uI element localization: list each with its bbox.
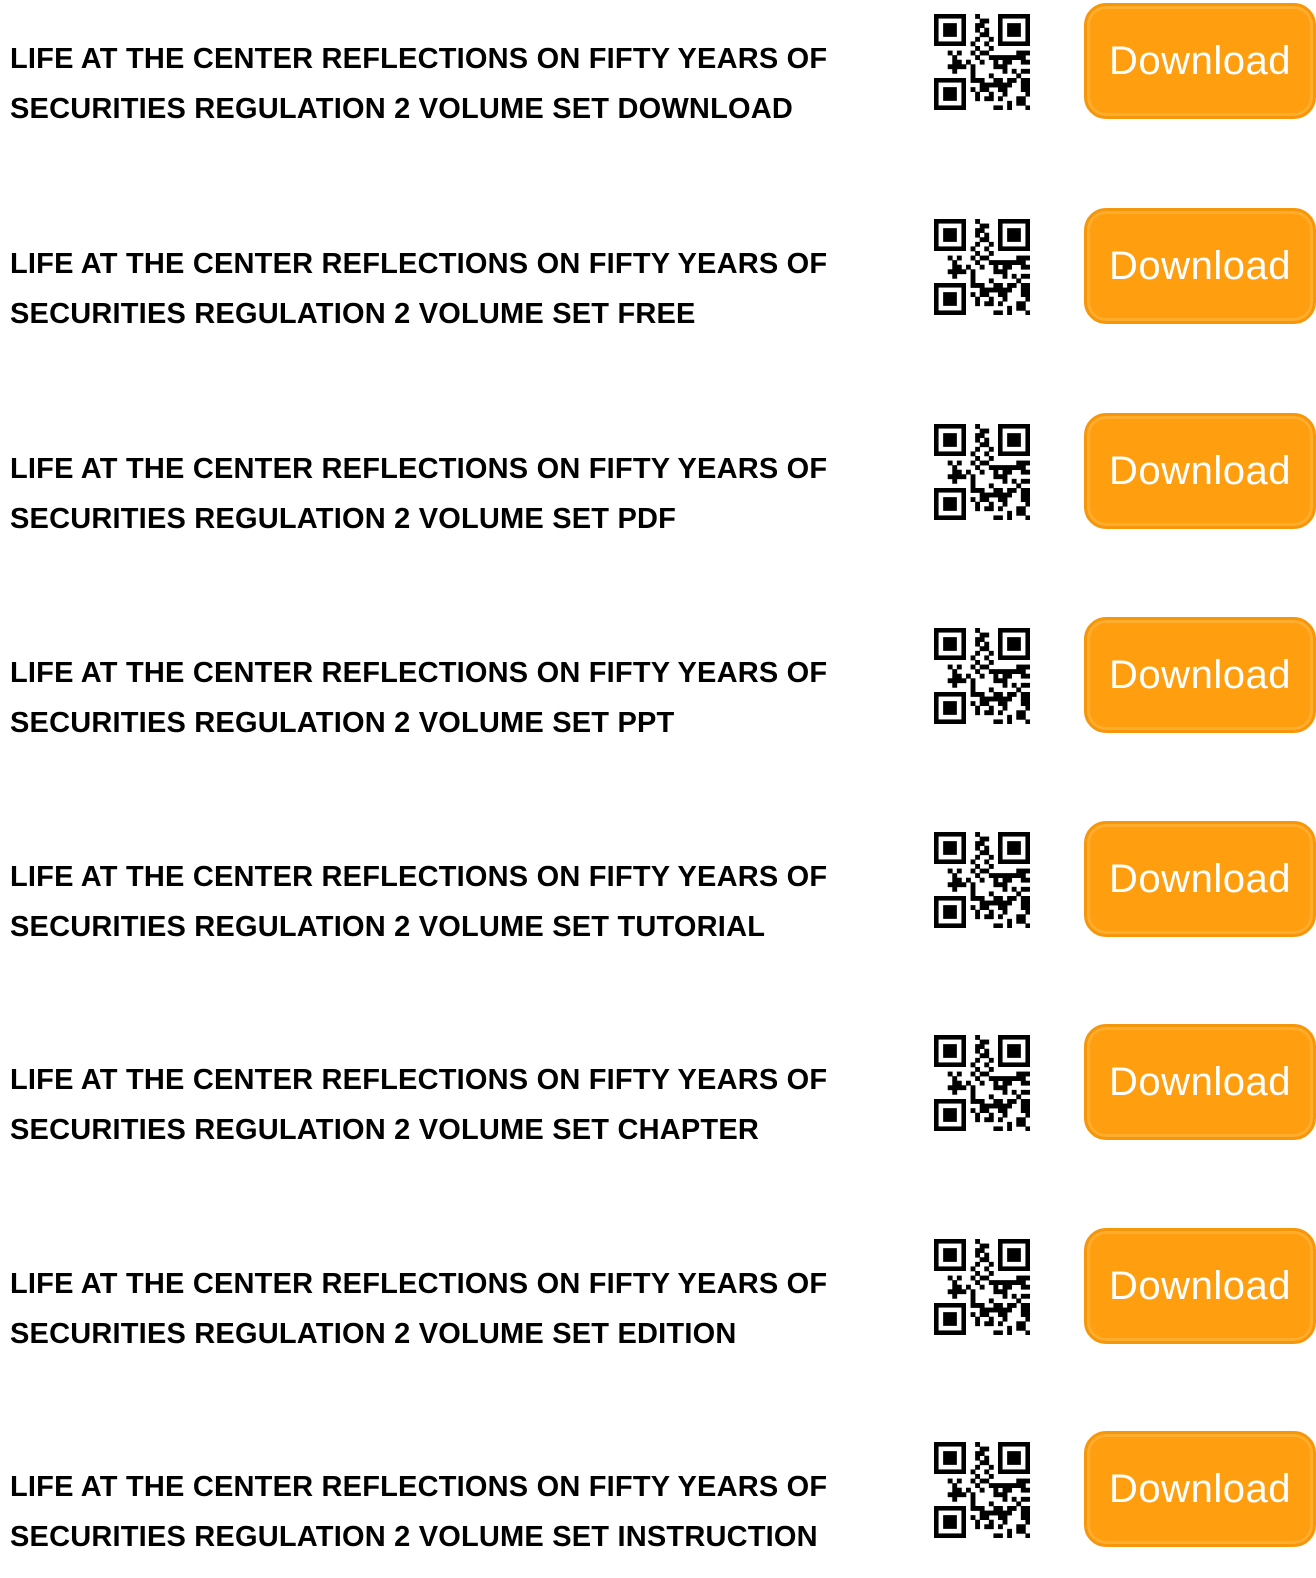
qr-code-icon <box>934 219 1030 315</box>
download-button[interactable]: Download <box>1084 1431 1316 1547</box>
qr-code-icon <box>934 14 1030 110</box>
item-title: LIFE AT THE CENTER REFLECTIONS ON FIFTY … <box>10 248 828 330</box>
download-button-label: Download <box>1109 652 1291 697</box>
list-item: LIFE AT THE CENTER REFLECTIONS ON FIFTY … <box>0 818 1316 968</box>
download-button[interactable]: Download <box>1084 617 1316 733</box>
item-title: LIFE AT THE CENTER REFLECTIONS ON FIFTY … <box>10 861 828 943</box>
item-title: LIFE AT THE CENTER REFLECTIONS ON FIFTY … <box>10 1471 828 1553</box>
download-button-label: Download <box>1109 1263 1291 1308</box>
qr-code-icon <box>934 832 1030 928</box>
list-item: LIFE AT THE CENTER REFLECTIONS ON FIFTY … <box>0 410 1316 560</box>
list-item: LIFE AT THE CENTER REFLECTIONS ON FIFTY … <box>0 1225 1316 1375</box>
list-item: LIFE AT THE CENTER REFLECTIONS ON FIFTY … <box>0 1021 1316 1171</box>
list-item: LIFE AT THE CENTER REFLECTIONS ON FIFTY … <box>0 1428 1316 1578</box>
download-button-label: Download <box>1109 38 1291 83</box>
item-title: LIFE AT THE CENTER REFLECTIONS ON FIFTY … <box>10 1268 828 1350</box>
qr-code-icon <box>934 1035 1030 1131</box>
download-button[interactable]: Download <box>1084 1228 1316 1344</box>
list-item: LIFE AT THE CENTER REFLECTIONS ON FIFTY … <box>0 205 1316 355</box>
list-item: LIFE AT THE CENTER REFLECTIONS ON FIFTY … <box>0 0 1316 150</box>
download-button-label: Download <box>1109 1059 1291 1104</box>
download-button[interactable]: Download <box>1084 413 1316 529</box>
qr-code-icon <box>934 1239 1030 1335</box>
download-button[interactable]: Download <box>1084 3 1316 119</box>
list-item: LIFE AT THE CENTER REFLECTIONS ON FIFTY … <box>0 614 1316 764</box>
item-title: LIFE AT THE CENTER REFLECTIONS ON FIFTY … <box>10 1064 828 1146</box>
download-button[interactable]: Download <box>1084 208 1316 324</box>
download-button-label: Download <box>1109 1466 1291 1511</box>
qr-code-icon <box>934 628 1030 724</box>
download-button-label: Download <box>1109 856 1291 901</box>
item-title: LIFE AT THE CENTER REFLECTIONS ON FIFTY … <box>10 453 828 535</box>
qr-code-icon <box>934 424 1030 520</box>
download-button-label: Download <box>1109 243 1291 288</box>
item-title: LIFE AT THE CENTER REFLECTIONS ON FIFTY … <box>10 43 828 125</box>
download-button-label: Download <box>1109 448 1291 493</box>
download-button[interactable]: Download <box>1084 1024 1316 1140</box>
item-title: LIFE AT THE CENTER REFLECTIONS ON FIFTY … <box>10 657 828 739</box>
download-button[interactable]: Download <box>1084 821 1316 937</box>
qr-code-icon <box>934 1442 1030 1538</box>
download-list: LIFE AT THE CENTER REFLECTIONS ON FIFTY … <box>0 0 1316 1553</box>
